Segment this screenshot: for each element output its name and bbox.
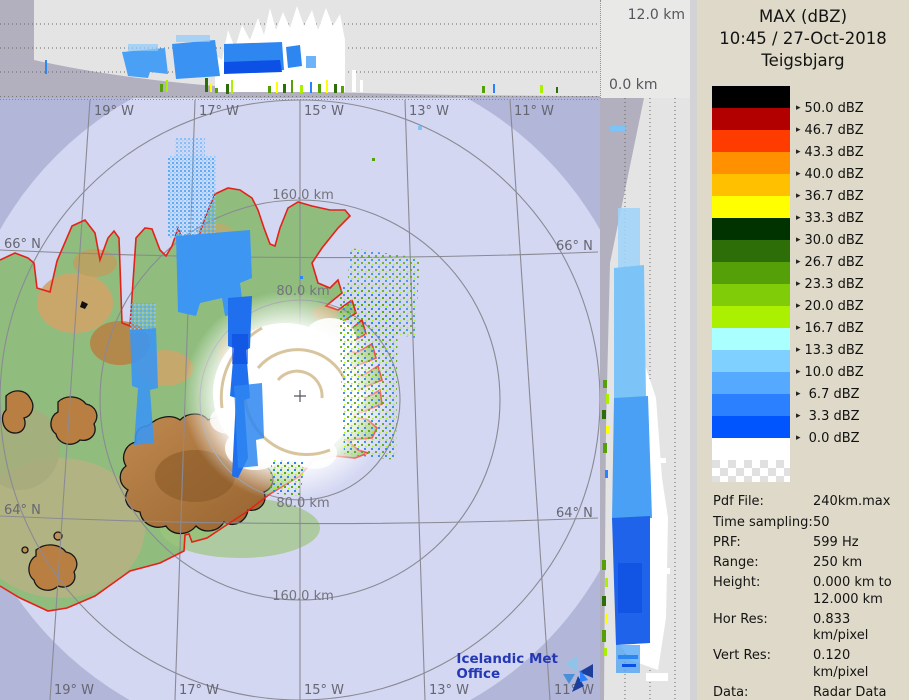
legend-swatch [712, 240, 790, 263]
metadata-value: 240km.max [813, 494, 891, 510]
radar-map-panel: 19° W 17° W 15° W 13° W 11° W 19° W 17° … [0, 98, 600, 700]
ring-label-160-top: 160.0 km [272, 188, 334, 203]
legend-label: 13.3 dBZ [790, 339, 864, 361]
metadata-label: Time sampling: [713, 514, 813, 530]
legend-swatch [712, 152, 790, 175]
legend-swatch [712, 174, 790, 197]
legend-label: 20.0 dBZ [790, 295, 864, 317]
metadata-label: Pdf File: [713, 494, 764, 510]
top-profile-plot [0, 0, 600, 98]
legend-label: 50.0 dBZ [790, 97, 864, 119]
station-name: Teigsbjarg [761, 50, 845, 70]
radar-display-window: 12.0 km 0.0 km 19° W 17° W 15° W 13° W 1… [0, 0, 909, 700]
legend-rows: 50.0 dBZ 46.7 dBZ 43.3 dBZ 40.0 [712, 86, 909, 446]
metadata-label: PRF: [713, 534, 741, 550]
lat-label-right: 66° N [556, 239, 593, 254]
timestamp: 10:45 / 27-Oct-2018 [719, 28, 887, 48]
lat-label-left: 64° N [4, 503, 41, 518]
metadata-row: Data: Radar Data [713, 685, 909, 700]
lon-label-bottom: 15° W [304, 683, 344, 698]
beam-blocked-area [0, 0, 34, 98]
ring-label-160-bottom: 160.0 km [272, 589, 334, 604]
lat-label-left: 66° N [4, 237, 41, 252]
metadata-row: Range: 250 km [713, 555, 909, 571]
metadata-row: Vert Res: 0.120 km/pixel [713, 648, 909, 681]
legend-swatch [712, 284, 790, 307]
sidebar-header: MAX (dBZ) 10:45 / 27-Oct-2018 Teigsbjarg [697, 6, 909, 71]
legend-swatch [712, 262, 790, 285]
lon-label-top: 17° W [199, 104, 239, 119]
height-axis-max-label: 12.0 km [627, 7, 685, 23]
legend-label: 3.3 dBZ [790, 405, 860, 427]
legend-label: 26.7 dBZ [790, 251, 864, 273]
metadata-row: Height: 0.000 km to 12.000 km [713, 575, 909, 608]
metadata-value: Radar Data [813, 684, 887, 700]
metadata-value: 250 km [813, 555, 863, 571]
snow-echo-dither [168, 156, 216, 238]
dbz-color-scale: 50.0 dBZ 46.7 dBZ 43.3 dBZ 40.0 [697, 86, 909, 483]
product-title: MAX (dBZ) [758, 7, 848, 26]
legend-label: 30.0 dBZ [790, 229, 864, 251]
legend-swatch [712, 372, 790, 395]
info-sidebar: MAX (dBZ) 10:45 / 27-Oct-2018 Teigsbjarg… [690, 0, 909, 700]
height-axis-min-label: 0.0 km [609, 77, 658, 93]
legend-label: 40.0 dBZ [790, 163, 864, 185]
legend-label: 36.7 dBZ [790, 185, 864, 207]
legend-swatch [712, 218, 790, 241]
radar-map: 19° W 17° W 15° W 13° W 11° W 19° W 17° … [0, 98, 600, 700]
metadata-row: Time sampling: 50 [713, 515, 909, 531]
ring-label-80-top: 80.0 km [276, 284, 329, 299]
metadata-value: 0.120 km/pixel [813, 648, 869, 680]
lon-label-top: 13° W [409, 104, 449, 119]
right-profile-plot [600, 98, 690, 700]
lon-label-bottom: 19° W [54, 683, 94, 698]
legend-swatch [712, 394, 790, 417]
lon-label-bottom: 17° W [179, 683, 219, 698]
legend-label: 43.3 dBZ [790, 141, 864, 163]
legend-band-transparent [712, 460, 790, 483]
metadata-rows: Pdf File: 240km.max Time sampling: 50 PR… [713, 494, 909, 700]
legend-label: 10.0 dBZ [790, 361, 864, 383]
metadata-value: 50 [813, 514, 830, 530]
legend-row: 50.0 dBZ [712, 86, 909, 116]
scan-metadata: Pdf File: 240km.max Time sampling: 50 PR… [697, 494, 909, 700]
icelandic-met-office-logo: Icelandic Met Office [456, 652, 596, 696]
metadata-label: Vert Res: [713, 648, 772, 664]
pinwheel-icon [563, 656, 593, 692]
metadata-row: PRF: 599 Hz [713, 535, 909, 551]
lon-label-top: 15° W [304, 104, 344, 119]
legend-swatch [712, 196, 790, 219]
metadata-label: Range: [713, 555, 759, 571]
lon-label-top: 11° W [514, 104, 554, 119]
legend-label: 0.0 dBZ [790, 427, 860, 449]
legend-swatch [712, 130, 790, 153]
legend-label: 16.7 dBZ [790, 317, 864, 339]
legend-swatch [712, 86, 790, 109]
legend-swatch [712, 108, 790, 131]
legend-label: 23.3 dBZ [790, 273, 864, 295]
top-height-profile-panel [0, 0, 600, 98]
height-axis-box: 12.0 km 0.0 km [600, 0, 690, 98]
metadata-value: 599 Hz [813, 534, 859, 550]
legend-label: 46.7 dBZ [790, 119, 864, 141]
ring-label-80-bottom: 80.0 km [276, 496, 329, 511]
metadata-row: Hor Res: 0.833 km/pixel [713, 612, 909, 645]
legend-band-white [712, 438, 790, 461]
legend-swatch [712, 328, 790, 351]
legend-swatch [712, 306, 790, 329]
metadata-label: Height: [713, 575, 761, 591]
legend-swatch [712, 416, 790, 439]
legend-label: 6.7 dBZ [790, 383, 860, 405]
lat-label-right: 64° N [556, 506, 593, 521]
right-height-profile-panel [600, 98, 690, 700]
metadata-value: 0.000 km to 12.000 km [813, 575, 892, 607]
metadata-label: Data: [713, 684, 749, 700]
logo-text: Icelandic Met Office [456, 651, 558, 682]
legend-swatch [712, 350, 790, 373]
metadata-label: Hor Res: [713, 611, 768, 627]
legend-label: 33.3 dBZ [790, 207, 864, 229]
metadata-row: Pdf File: 240km.max [713, 494, 909, 510]
metadata-value: 0.833 km/pixel [813, 611, 869, 644]
lon-label-top: 19° W [94, 104, 134, 119]
